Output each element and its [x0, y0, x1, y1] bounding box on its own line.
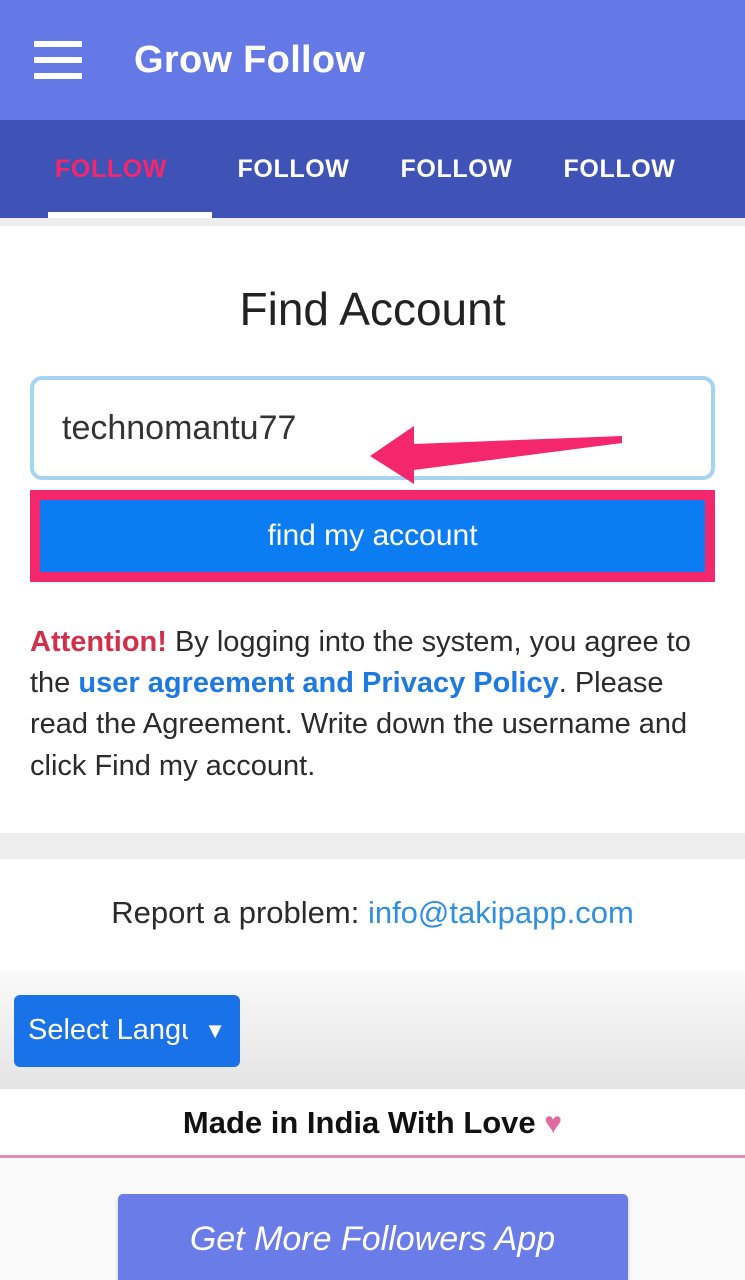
- hamburger-line: [34, 57, 82, 63]
- user-agreement-link[interactable]: user agreement and Privacy Policy: [78, 667, 558, 699]
- attention-label: Attention!: [30, 626, 167, 658]
- tab-follow-1[interactable]: FOLLOW: [0, 120, 212, 218]
- find-account-highlight-box: find my account: [30, 490, 715, 582]
- tab-label: FOLLOW: [563, 154, 676, 183]
- tab-label: FOLLOW: [400, 154, 513, 183]
- hamburger-line: [34, 41, 82, 47]
- find-account-card: Find Account find my account Attention! …: [0, 226, 745, 833]
- username-input[interactable]: [30, 376, 715, 480]
- footer-button-zone: Get More Followers App: [0, 1157, 745, 1280]
- made-in-india-text: Made in India With Love ♥: [0, 1105, 745, 1155]
- tab-follow-3[interactable]: FOLLOW: [375, 120, 538, 218]
- heart-icon: ♥: [544, 1106, 563, 1140]
- tab-follow-2[interactable]: FOLLOW: [212, 120, 375, 218]
- tab-follow-4[interactable]: FOLLOW: [538, 120, 701, 218]
- support-email-link[interactable]: info@takipapp.com: [368, 895, 634, 930]
- find-my-account-button[interactable]: find my account: [40, 500, 705, 572]
- footer: Made in India With Love ♥ Get More Follo…: [0, 1088, 745, 1280]
- tab-label: FOLLOW: [55, 154, 167, 183]
- language-select-label: Select Language: [28, 1014, 188, 1047]
- tab-label: FOLLOW: [237, 154, 350, 183]
- report-problem-card: Report a problem: info@takipapp.com: [0, 858, 745, 971]
- language-zone: Select Language ▼: [0, 970, 745, 1089]
- hamburger-menu-icon[interactable]: [34, 41, 82, 79]
- section-divider: [0, 832, 745, 859]
- tab-bar: FOLLOW FOLLOW FOLLOW FOLLOW: [0, 120, 745, 218]
- username-input-wrap: [30, 376, 715, 480]
- chevron-down-icon: ▼: [204, 1017, 226, 1043]
- page-content: Find Account find my account Attention! …: [0, 218, 745, 1280]
- agreement-notice: Attention! By logging into the system, y…: [30, 622, 715, 787]
- get-more-followers-button[interactable]: Get More Followers App: [117, 1193, 628, 1280]
- hamburger-line: [34, 73, 82, 79]
- report-problem-row: Report a problem: info@takipapp.com: [20, 895, 725, 931]
- made-label: Made in India With Love: [182, 1104, 536, 1140]
- app-bar: Grow Follow: [0, 0, 745, 120]
- report-problem-label: Report a problem:: [111, 894, 368, 930]
- page-title: Find Account: [239, 283, 506, 335]
- language-select[interactable]: Select Language ▼: [14, 994, 240, 1067]
- app-title: Grow Follow: [134, 38, 366, 81]
